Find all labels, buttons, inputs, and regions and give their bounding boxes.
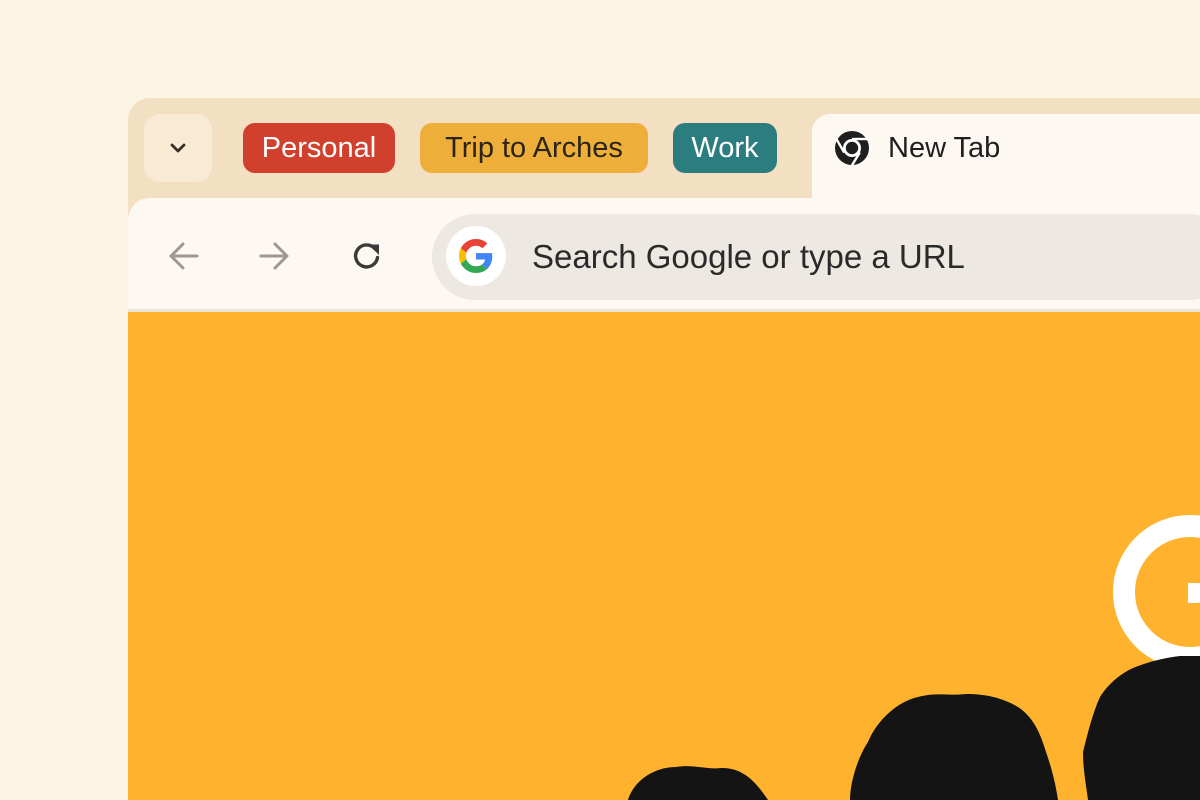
- arrow-left-icon: [169, 242, 199, 270]
- reload-button[interactable]: [347, 236, 387, 276]
- doodle-letter-bar: [1188, 583, 1200, 603]
- tab-group-trip-to-arches[interactable]: Trip to Arches: [420, 123, 648, 173]
- chevron-down-icon: [170, 143, 186, 153]
- new-tab-page-content: [128, 312, 1200, 800]
- tab-group-label: Work: [691, 131, 759, 164]
- doodle-shape: [628, 766, 768, 800]
- chrome-icon: [835, 131, 869, 166]
- tab-search-button[interactable]: [144, 114, 212, 182]
- forward-button[interactable]: [254, 236, 294, 276]
- google-g-badge: [446, 226, 506, 286]
- google-doodle-illustration: [628, 515, 1200, 800]
- browser-window: Personal Trip to Arches Work New Tab Sea…: [128, 98, 1200, 800]
- tab-title: New Tab: [888, 132, 1001, 164]
- doodle-shape: [1083, 656, 1200, 800]
- page-background: Personal Trip to Arches Work New Tab Sea…: [0, 0, 1200, 800]
- omnibox-placeholder: Search Google or type a URL: [532, 238, 965, 275]
- tab-group-work[interactable]: Work: [673, 123, 777, 173]
- toolbar: Search Google or type a URL: [128, 198, 1200, 312]
- arrow-right-icon: [259, 242, 289, 270]
- tab-group-label: Trip to Arches: [445, 131, 623, 164]
- google-g-icon: [459, 239, 493, 273]
- doodle-shape: [850, 694, 1058, 800]
- tab-strip: Personal Trip to Arches Work New Tab: [128, 98, 1200, 214]
- tab-group-personal[interactable]: Personal: [243, 123, 395, 173]
- omnibox[interactable]: Search Google or type a URL: [432, 214, 1200, 300]
- reload-icon: [353, 243, 380, 269]
- back-button[interactable]: [164, 236, 204, 276]
- tab-group-label: Personal: [261, 131, 377, 164]
